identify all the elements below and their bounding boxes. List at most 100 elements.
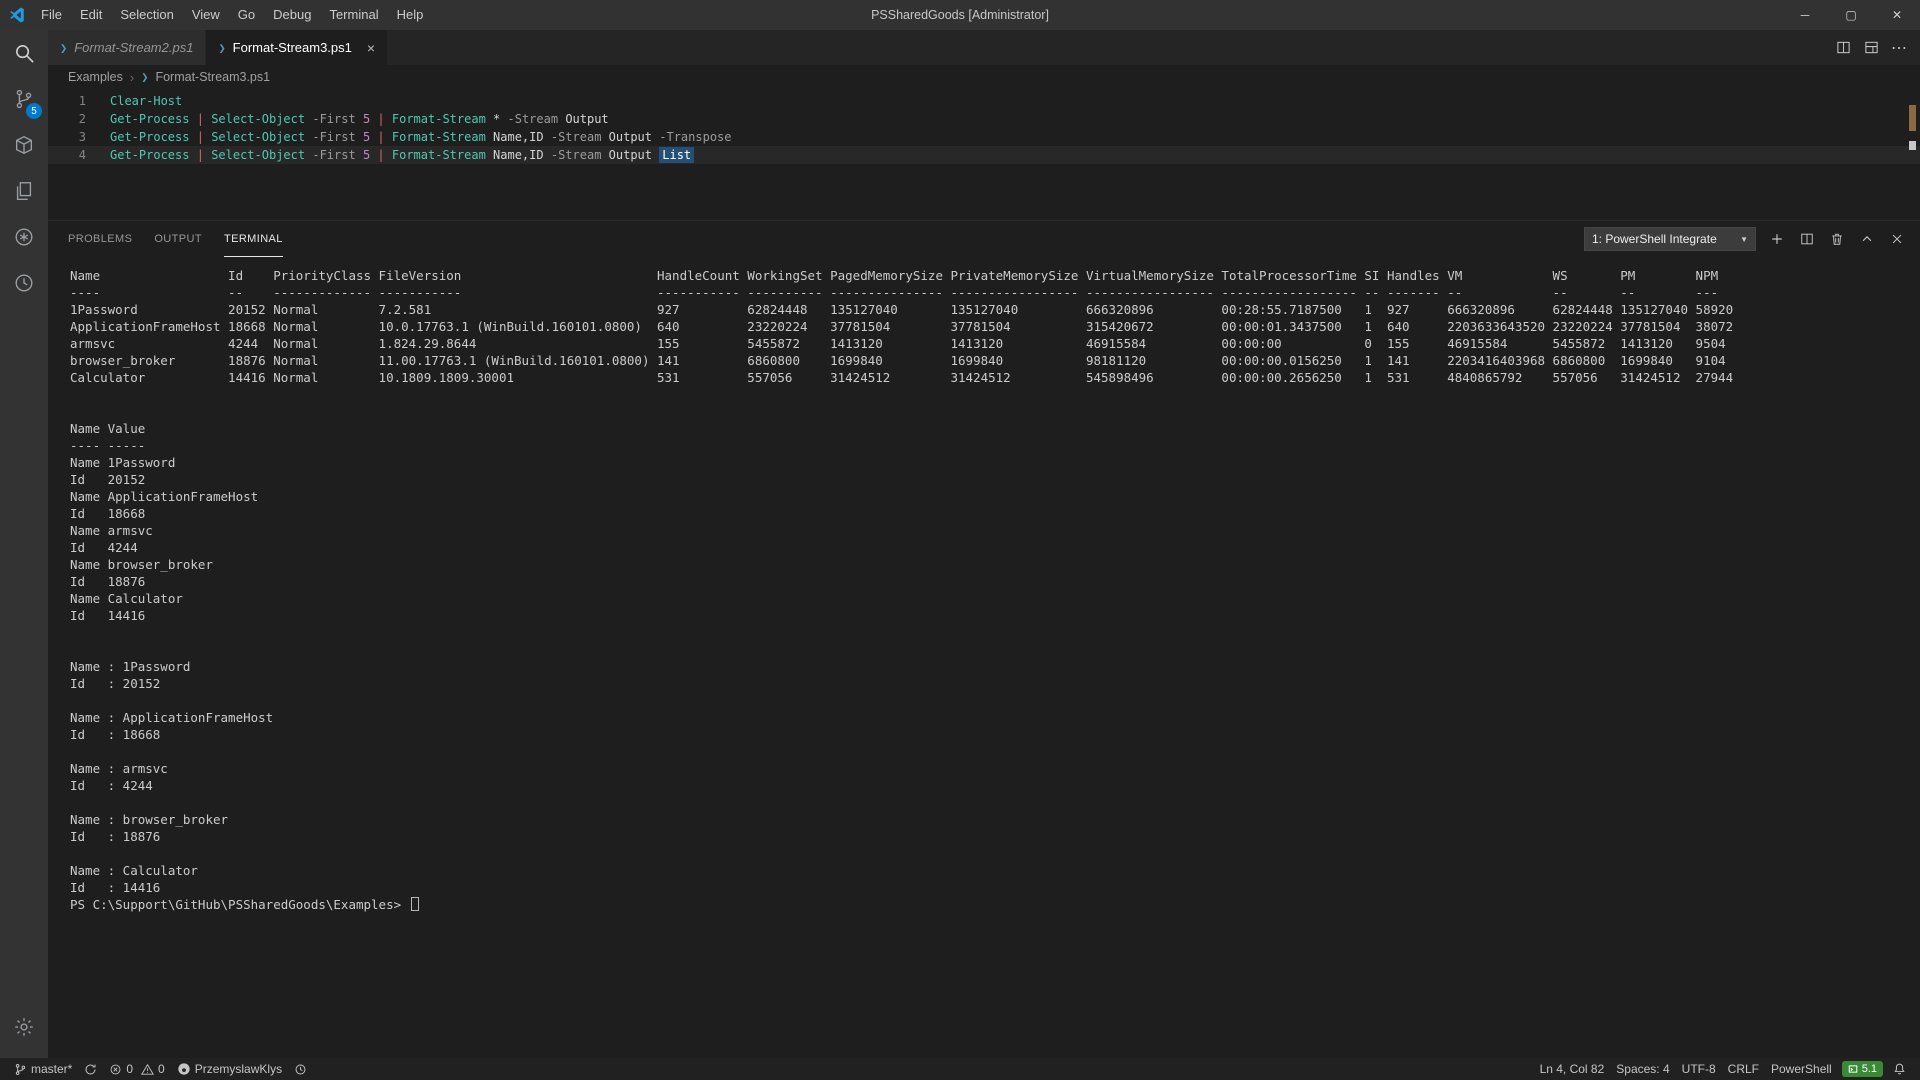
github-account[interactable]: PrzemyslawKlys bbox=[171, 1058, 288, 1080]
history-icon[interactable] bbox=[0, 260, 48, 306]
git-branch-icon bbox=[14, 1063, 27, 1076]
status-bar: master* 0 0 PrzemyslawKlys Ln 4, Col 82 … bbox=[0, 1058, 1920, 1080]
powershell-version-badge[interactable]: 5.1 bbox=[1842, 1061, 1883, 1077]
maximize-button[interactable]: ▢ bbox=[1828, 0, 1874, 30]
terminal-prompt: PS C:\Support\GitHub\PSSharedGoods\Examp… bbox=[70, 897, 409, 912]
warning-triangle-icon bbox=[141, 1063, 154, 1076]
more-actions-icon[interactable]: ⋯ bbox=[1886, 35, 1912, 61]
code-text: Get-Process | Select-Object -First 5 | F… bbox=[110, 128, 732, 146]
powershell-file-icon: ❯ bbox=[141, 70, 148, 84]
account-name: PrzemyslawKlys bbox=[195, 1062, 282, 1076]
code-editor[interactable]: 1Clear-Host2Get-Process | Select-Object … bbox=[48, 89, 1920, 220]
main-shell: 5 ❯ Format-Stream2.ps1 ❯ Format-Stre bbox=[0, 30, 1920, 1058]
panel-tab-problems[interactable]: PROBLEMS bbox=[68, 221, 132, 257]
breadcrumb-file[interactable]: Format-Stream3.ps1 bbox=[155, 70, 270, 84]
error-count: 0 bbox=[126, 1062, 133, 1076]
panel-tab-terminal[interactable]: TERMINAL bbox=[224, 221, 283, 257]
code-line: 1Clear-Host bbox=[48, 92, 1920, 110]
problems-indicator[interactable]: 0 0 bbox=[103, 1058, 170, 1080]
eol-sequence[interactable]: CRLF bbox=[1722, 1058, 1765, 1080]
branch-indicator[interactable]: master* bbox=[8, 1058, 78, 1080]
panel: PROBLEMS OUTPUT TERMINAL 1: PowerShell I… bbox=[48, 220, 1920, 1058]
menu-file[interactable]: File bbox=[32, 0, 71, 30]
titlebar: FileEditSelectionViewGoDebugTerminalHelp… bbox=[0, 0, 1920, 30]
code-text: Get-Process | Select-Object -First 5 | F… bbox=[110, 146, 694, 164]
terminal-cursor bbox=[411, 897, 419, 911]
close-panel-icon[interactable] bbox=[1888, 230, 1906, 248]
warning-count: 0 bbox=[158, 1062, 165, 1076]
tab-label: Format-Stream3.ps1 bbox=[233, 40, 352, 55]
menu-selection[interactable]: Selection bbox=[111, 0, 182, 30]
maximize-panel-icon[interactable] bbox=[1858, 230, 1876, 248]
explorer-icon[interactable] bbox=[0, 168, 48, 214]
menu-view[interactable]: View bbox=[183, 0, 229, 30]
sync-button[interactable] bbox=[78, 1058, 103, 1080]
tab-close-icon[interactable]: × bbox=[367, 41, 375, 55]
terminal[interactable]: Name Id PriorityClass FileVersion Handle… bbox=[48, 257, 1920, 1058]
bell-icon bbox=[1893, 1062, 1906, 1076]
terminal-shell-select[interactable]: 1: PowerShell Integrate ▼ bbox=[1584, 227, 1756, 251]
menu-edit[interactable]: Edit bbox=[71, 0, 111, 30]
cursor-position[interactable]: Ln 4, Col 82 bbox=[1534, 1058, 1611, 1080]
code-text: Clear-Host bbox=[110, 92, 182, 110]
tabbar-actions: ⋯ bbox=[1830, 30, 1920, 65]
menu-go[interactable]: Go bbox=[229, 0, 264, 30]
terminal-shell-label: 1: PowerShell Integrate bbox=[1592, 232, 1717, 246]
panel-header: PROBLEMS OUTPUT TERMINAL 1: PowerShell I… bbox=[48, 221, 1920, 257]
menu-debug[interactable]: Debug bbox=[264, 0, 320, 30]
powershell-file-icon: ❯ bbox=[60, 41, 67, 55]
notifications-button[interactable] bbox=[1887, 1058, 1912, 1080]
code-line: 2Get-Process | Select-Object -First 5 | … bbox=[48, 110, 1920, 128]
error-circle-icon bbox=[109, 1063, 122, 1076]
editor-lines: 1Clear-Host2Get-Process | Select-Object … bbox=[48, 92, 1920, 164]
code-line: 3Get-Process | Select-Object -First 5 | … bbox=[48, 128, 1920, 146]
powershell-version: 5.1 bbox=[1862, 1063, 1877, 1075]
tab-format-stream3[interactable]: ❯ Format-Stream3.ps1 × bbox=[206, 30, 388, 65]
kill-terminal-icon[interactable] bbox=[1828, 230, 1846, 248]
menu-terminal[interactable]: Terminal bbox=[320, 0, 387, 30]
breadcrumb-folder[interactable]: Examples bbox=[68, 70, 123, 84]
ruler-mark bbox=[1909, 105, 1916, 131]
tab-format-stream2[interactable]: ❯ Format-Stream2.ps1 bbox=[48, 30, 206, 65]
split-editor-icon[interactable] bbox=[1830, 35, 1856, 61]
line-number: 3 bbox=[48, 128, 110, 146]
new-terminal-icon[interactable] bbox=[1768, 230, 1786, 248]
terminal-output: Name Id PriorityClass FileVersion Handle… bbox=[70, 267, 1920, 896]
tab-bar: ❯ Format-Stream2.ps1 ❯ Format-Stream3.ps… bbox=[48, 30, 1920, 65]
minimize-button[interactable]: ─ bbox=[1782, 0, 1828, 30]
overview-ruler[interactable] bbox=[1906, 89, 1920, 220]
activity-bar: 5 bbox=[0, 30, 48, 1058]
timer-button[interactable] bbox=[288, 1058, 313, 1080]
source-control-badge: 5 bbox=[26, 103, 42, 119]
ruler-mark bbox=[1909, 141, 1916, 150]
code-line: 4Get-Process | Select-Object -First 5 | … bbox=[48, 146, 1920, 164]
indentation[interactable]: Spaces: 4 bbox=[1610, 1058, 1675, 1080]
sync-icon bbox=[84, 1063, 97, 1076]
github-icon bbox=[177, 1062, 191, 1076]
menubar: FileEditSelectionViewGoDebugTerminalHelp bbox=[32, 0, 432, 30]
tab-label: Format-Stream2.ps1 bbox=[74, 40, 193, 55]
search-icon[interactable] bbox=[0, 30, 48, 76]
customize-layout-icon[interactable] bbox=[1858, 35, 1884, 61]
close-button[interactable]: ✕ bbox=[1874, 0, 1920, 30]
package-icon[interactable] bbox=[0, 122, 48, 168]
dropdown-caret-icon: ▼ bbox=[1740, 235, 1748, 244]
menu-help[interactable]: Help bbox=[388, 0, 433, 30]
extension-circle-icon[interactable] bbox=[0, 214, 48, 260]
console-icon bbox=[1848, 1064, 1858, 1074]
language-mode[interactable]: PowerShell bbox=[1765, 1058, 1838, 1080]
chevron-right-icon: › bbox=[130, 70, 134, 85]
line-number: 2 bbox=[48, 110, 110, 128]
encoding[interactable]: UTF-8 bbox=[1676, 1058, 1722, 1080]
split-terminal-icon[interactable] bbox=[1798, 230, 1816, 248]
window-controls: ─ ▢ ✕ bbox=[1782, 0, 1920, 30]
settings-gear-icon[interactable] bbox=[0, 1004, 48, 1050]
branch-name: master* bbox=[31, 1062, 72, 1076]
line-number: 4 bbox=[48, 146, 110, 164]
code-text: Get-Process | Select-Object -First 5 | F… bbox=[110, 110, 609, 128]
editor-column: ❯ Format-Stream2.ps1 ❯ Format-Stream3.ps… bbox=[48, 30, 1920, 1058]
source-control-icon[interactable]: 5 bbox=[0, 76, 48, 122]
panel-tab-output[interactable]: OUTPUT bbox=[154, 221, 202, 257]
terminal-prompt-line: PS C:\Support\GitHub\PSSharedGoods\Examp… bbox=[70, 896, 1920, 913]
line-number: 1 bbox=[48, 92, 110, 110]
